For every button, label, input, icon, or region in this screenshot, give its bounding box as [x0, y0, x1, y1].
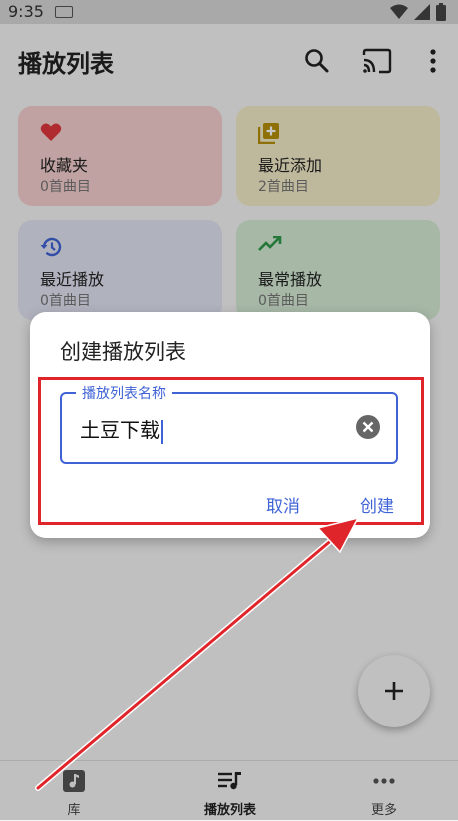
dialog-title: 创建播放列表 — [60, 340, 186, 364]
annotation-highlight-box — [38, 377, 424, 525]
